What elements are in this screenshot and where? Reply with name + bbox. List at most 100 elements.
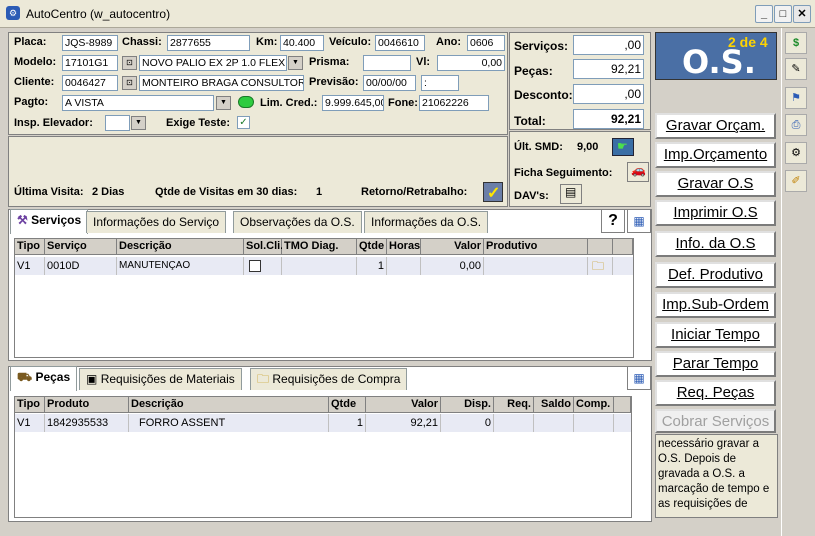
info-os-button[interactable]: Info. da O.S	[655, 231, 776, 257]
ano-label: Ano:	[436, 36, 462, 48]
col-disp[interactable]: Disp.	[441, 397, 494, 413]
dollar-icon[interactable]: $	[785, 32, 807, 54]
col-saldo[interactable]: Saldo	[534, 397, 574, 413]
fone-field[interactable]: 21062226	[419, 95, 489, 111]
fone-label: Fone:	[388, 97, 418, 109]
ano-field[interactable]: 0606	[467, 35, 505, 51]
placa-field[interactable]: JQS-8989	[62, 35, 118, 51]
toolbox-icon: ⛟	[17, 370, 33, 384]
imp-sub-ordem-button[interactable]: Imp.Sub-Ordem	[655, 292, 776, 318]
imp-orcamento-button[interactable]: Imp.Orçamento	[655, 142, 776, 168]
cell-produtivo	[484, 257, 588, 275]
vl-field[interactable]: 0,00	[437, 55, 505, 71]
modelo-lookup-button[interactable]: ⊡	[122, 56, 137, 70]
maximize-button[interactable]: □	[774, 5, 792, 23]
pagto-select[interactable]: A VISTA	[62, 95, 214, 111]
cell-servico: 0010D	[45, 257, 117, 275]
ficha-button[interactable]: 🚗	[627, 162, 649, 182]
folder-icon[interactable]: 🗀	[590, 259, 604, 273]
gravar-os-button[interactable]: Gravar O.S	[655, 171, 776, 197]
iniciar-tempo-button[interactable]: Iniciar Tempo	[655, 322, 776, 348]
cliente-lookup-button[interactable]: ⊡	[122, 76, 137, 90]
edit-icon[interactable]: ✎	[785, 58, 807, 80]
col-produto[interactable]: Produto	[45, 397, 129, 413]
col-tipo[interactable]: Tipo	[15, 397, 45, 413]
col-qtde[interactable]: Qtde	[357, 239, 387, 255]
cobrar-servicos-button[interactable]: Cobrar Serviços	[655, 409, 776, 433]
chassi-label: Chassi:	[122, 36, 162, 48]
hand-icon: ☛	[617, 139, 628, 153]
col-req[interactable]: Req.	[494, 397, 534, 413]
cliente-code-field[interactable]: 0046427	[62, 75, 118, 91]
exige-label: Exige Teste:	[166, 117, 230, 129]
minimize-button[interactable]: _	[755, 5, 773, 23]
prisma-field[interactable]	[363, 55, 411, 71]
vl-label: Vl:	[416, 56, 431, 68]
exige-checkbox[interactable]: ✓	[237, 116, 250, 129]
col-valor[interactable]: Valor	[366, 397, 441, 413]
help-icon[interactable]: ?	[601, 209, 625, 233]
tab-observacoes-os[interactable]: Observações da O.S.	[233, 211, 362, 233]
col-valor[interactable]: Valor	[421, 239, 484, 255]
pecas-total-label: Peças:	[514, 64, 553, 78]
flag-icon[interactable]: ⚑	[785, 87, 807, 109]
col-comp[interactable]: Comp.	[574, 397, 614, 413]
col-sol-cli[interactable]: Sol.Cli.	[244, 239, 283, 255]
cell-qtde: 1	[329, 414, 366, 432]
cell-action: 🗀	[588, 257, 613, 275]
col-servico[interactable]: Serviço	[45, 239, 117, 255]
close-button[interactable]: ✕	[793, 5, 811, 23]
tab-info-servico[interactable]: Informações do Serviço	[86, 211, 227, 233]
pagto-dropdown-button[interactable]: ▼	[216, 96, 231, 110]
tab-req-materiais[interactable]: ▣ Requisições de Materiais	[79, 368, 242, 390]
parar-tempo-button[interactable]: Parar Tempo	[655, 351, 776, 377]
retorno-checkbox[interactable]: ✓	[483, 182, 503, 202]
tab-pecas[interactable]: ⛟ Peças	[10, 366, 78, 391]
smd-action-button[interactable]: ☛	[612, 138, 634, 156]
insp-select[interactable]	[105, 115, 130, 131]
davs-button[interactable]: ▤	[560, 184, 582, 204]
col-extra	[613, 239, 633, 255]
km-field[interactable]: 40.400	[280, 35, 324, 51]
ficha-label: Ficha Seguimento:	[514, 167, 613, 179]
previsao-date-field[interactable]: 00/00/00	[363, 75, 416, 91]
modelo-code-field[interactable]: 17101G1	[62, 55, 118, 71]
tab-req-compra[interactable]: 🗀 Requisições de Compra	[250, 368, 408, 390]
printer-icon[interactable]: ⎙	[785, 114, 807, 136]
modelo-dropdown-button[interactable]: ▼	[288, 56, 303, 70]
imprimir-os-button[interactable]: Imprimir O.S	[655, 200, 776, 226]
limcred-label: Lim. Cred.:	[260, 97, 318, 109]
desconto-field[interactable]: ,00	[573, 84, 644, 104]
col-qtde[interactable]: Qtde	[329, 397, 366, 413]
cell-tipo: V1	[15, 257, 45, 275]
veiculo-field[interactable]: 0046610	[375, 35, 425, 51]
grid-config-icon[interactable]: ▦	[627, 209, 651, 233]
chassi-field[interactable]: 2877655	[167, 35, 250, 51]
tab-info-os[interactable]: Informações da O.S.	[364, 211, 489, 233]
col-horas[interactable]: Horas	[387, 239, 421, 255]
col-tipo[interactable]: Tipo	[15, 239, 45, 255]
previsao-time-field[interactable]: :	[421, 75, 459, 91]
pencil-icon[interactable]: ✐	[785, 170, 807, 192]
cliente-name-field[interactable]: MONTEIRO BRAGA CONSULTORIA	[139, 75, 304, 91]
grid-config-icon[interactable]: ▦	[627, 366, 651, 390]
col-descricao[interactable]: Descrição	[117, 239, 244, 255]
gravar-orcamento-button[interactable]: Gravar Orçam.	[655, 113, 776, 139]
pecas-total-field: 92,21	[573, 59, 644, 79]
tab-servicos[interactable]: ⚒ Serviços	[10, 209, 89, 234]
sol-cli-checkbox[interactable]	[249, 260, 261, 273]
limcred-field[interactable]: 9.999.645,00	[322, 95, 384, 111]
req-pecas-button[interactable]: Req. Peças	[655, 380, 776, 406]
insp-dropdown-button[interactable]: ▼	[131, 116, 146, 130]
km-label: Km:	[256, 36, 278, 48]
col-descricao[interactable]: Descrição	[129, 397, 329, 413]
gear-icon[interactable]: ⚙	[785, 142, 807, 164]
modelo-desc-field[interactable]: NOVO PALIO EX 2P 1.0 FLEX	[139, 55, 287, 71]
table-row[interactable]: V1 0010D MANUTENÇAO 1 0,00 🗀	[15, 257, 633, 275]
col-produtivo[interactable]: Produtivo	[484, 239, 588, 255]
table-row[interactable]: V1 1842935533 FORRO ASSENT 1 92,21 0	[15, 414, 631, 432]
col-tmo-diag[interactable]: TMO Diag.	[282, 239, 357, 255]
def-produtivo-button[interactable]: Def. Produtivo	[655, 262, 776, 288]
wrench-icon: ⚒	[17, 213, 28, 227]
cell-disp: 0	[441, 414, 494, 432]
